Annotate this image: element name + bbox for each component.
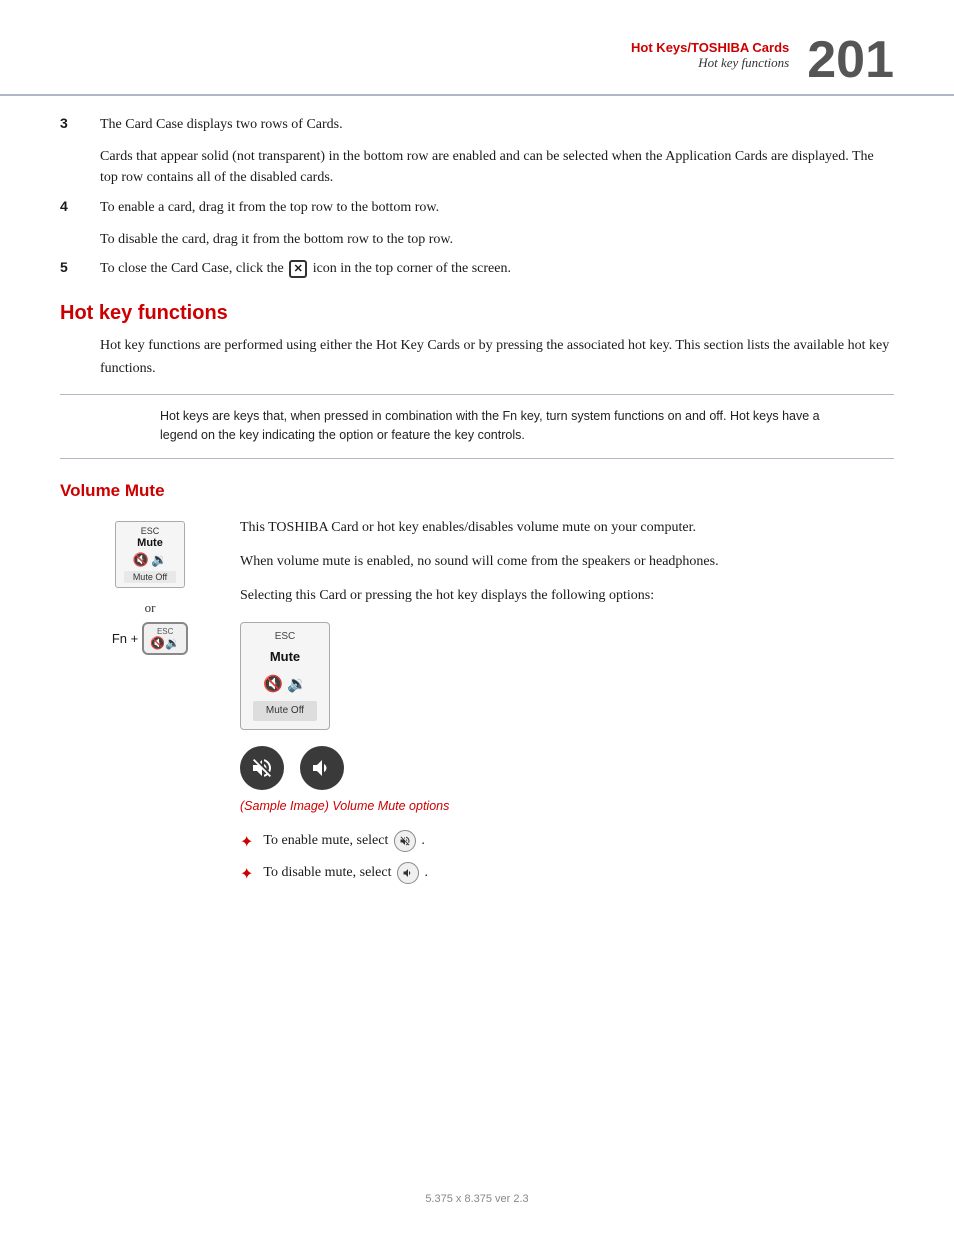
numbered-item-3: 3 The Card Case displays two rows of Car… bbox=[60, 114, 894, 136]
large-speaker-low-icon: 🔉 bbox=[287, 672, 307, 698]
volume-para3: Selecting this Card or pressing the hot … bbox=[240, 585, 894, 607]
large-speaker-mute-icon: 🔇 bbox=[263, 672, 283, 698]
key-box: ESC 🔇🔉 bbox=[142, 622, 188, 655]
large-card-mute: Mute bbox=[253, 647, 317, 668]
item-5-text: To close the Card Case, click the ✕ icon… bbox=[100, 258, 894, 280]
page-number: 201 bbox=[807, 34, 894, 86]
item-3-text: The Card Case displays two rows of Cards… bbox=[100, 114, 894, 136]
header-section: Hot key functions bbox=[631, 55, 789, 71]
item-4-text: To enable a card, drag it from the top r… bbox=[100, 197, 894, 219]
header-title-block: Hot Keys/TOSHIBA Cards Hot key functions bbox=[631, 40, 789, 71]
volume-left: ESC Mute 🔇 🔉 Mute Off or Fn + ESC 🔇🔉 bbox=[60, 517, 240, 895]
page: Hot Keys/TOSHIBA Cards Hot key functions… bbox=[0, 0, 954, 1235]
item-number-3: 3 bbox=[60, 114, 100, 131]
bullet-list: ✦ To enable mute, select . ✦ bbox=[240, 830, 894, 887]
bullet-1-text: To enable mute, select . bbox=[263, 830, 424, 852]
note-box: Hot keys are keys that, when pressed in … bbox=[60, 394, 894, 459]
bullet-item-2: ✦ To disable mute, select . bbox=[240, 862, 894, 887]
x-icon: ✕ bbox=[289, 260, 307, 278]
sample-icons-row bbox=[240, 746, 894, 790]
fn-text: Fn + bbox=[112, 631, 138, 646]
large-card-icons: 🔇 🔉 bbox=[253, 672, 317, 698]
item-number-5: 5 bbox=[60, 258, 100, 275]
page-header: Hot Keys/TOSHIBA Cards Hot key functions… bbox=[0, 0, 954, 96]
card-mute-label: Mute bbox=[124, 537, 176, 549]
mute-enable-key bbox=[394, 830, 416, 852]
item-5-before: To close the Card Case, click the bbox=[100, 261, 287, 276]
page-footer: 5.375 x 8.375 ver 2.3 bbox=[0, 1193, 954, 1205]
item-3-sub: Cards that appear solid (not transparent… bbox=[100, 146, 894, 189]
hot-key-intro: Hot key functions are performed using ei… bbox=[100, 335, 894, 380]
sample-mute-icon bbox=[240, 746, 284, 790]
numbered-item-4: 4 To enable a card, drag it from the top… bbox=[60, 197, 894, 219]
card-esc-label: ESC bbox=[124, 526, 176, 536]
volume-right: This TOSHIBA Card or hot key enables/dis… bbox=[240, 517, 894, 895]
bullet-2-text: To disable mute, select . bbox=[263, 862, 428, 884]
speaker-mute-icon: 🔇 bbox=[133, 552, 149, 568]
numbered-item-5: 5 To close the Card Case, click the ✕ ic… bbox=[60, 258, 894, 280]
volume-mute-heading: Volume Mute bbox=[60, 481, 894, 501]
bullet-item-1: ✦ To enable mute, select . bbox=[240, 830, 894, 855]
header-chapter: Hot Keys/TOSHIBA Cards bbox=[631, 40, 789, 55]
key-esc-label: ESC bbox=[157, 627, 173, 636]
hot-key-functions-heading: Hot key functions bbox=[60, 302, 894, 325]
large-card-mute-off: Mute Off bbox=[253, 701, 317, 721]
mute-disable-key bbox=[397, 862, 419, 884]
large-card-esc: ESC bbox=[253, 629, 317, 645]
item-4-sub: To disable the card, drag it from the bo… bbox=[100, 229, 894, 251]
card-icons-row: 🔇 🔉 bbox=[124, 552, 176, 568]
volume-para1: This TOSHIBA Card or hot key enables/dis… bbox=[240, 517, 894, 539]
card-mute-off-label: Mute Off bbox=[124, 571, 176, 583]
volume-mute-section: ESC Mute 🔇 🔉 Mute Off or Fn + ESC 🔇🔉 bbox=[60, 517, 894, 895]
item-5-after: icon in the top corner of the screen. bbox=[313, 261, 511, 276]
diamond-icon-1: ✦ bbox=[240, 831, 253, 855]
item-number-4: 4 bbox=[60, 197, 100, 214]
speaker-low-icon: 🔉 bbox=[151, 552, 167, 568]
fn-key-combo: Fn + ESC 🔇🔉 bbox=[112, 622, 188, 655]
sample-caption: (Sample Image) Volume Mute options bbox=[240, 796, 894, 816]
footer-text: 5.375 x 8.375 ver 2.3 bbox=[425, 1193, 528, 1205]
volume-para2: When volume mute is enabled, no sound wi… bbox=[240, 551, 894, 573]
diamond-icon-2: ✦ bbox=[240, 863, 253, 887]
note-text: Hot keys are keys that, when pressed in … bbox=[160, 407, 854, 446]
card-widget-small: ESC Mute 🔇 🔉 Mute Off bbox=[115, 521, 185, 588]
sample-unmute-icon bbox=[300, 746, 344, 790]
or-text: or bbox=[145, 600, 156, 616]
key-speaker-icons: 🔇🔉 bbox=[150, 636, 180, 650]
card-widget-large: ESC Mute 🔇 🔉 Mute Off bbox=[240, 622, 330, 730]
main-content: 3 The Card Case displays two rows of Car… bbox=[0, 96, 954, 934]
